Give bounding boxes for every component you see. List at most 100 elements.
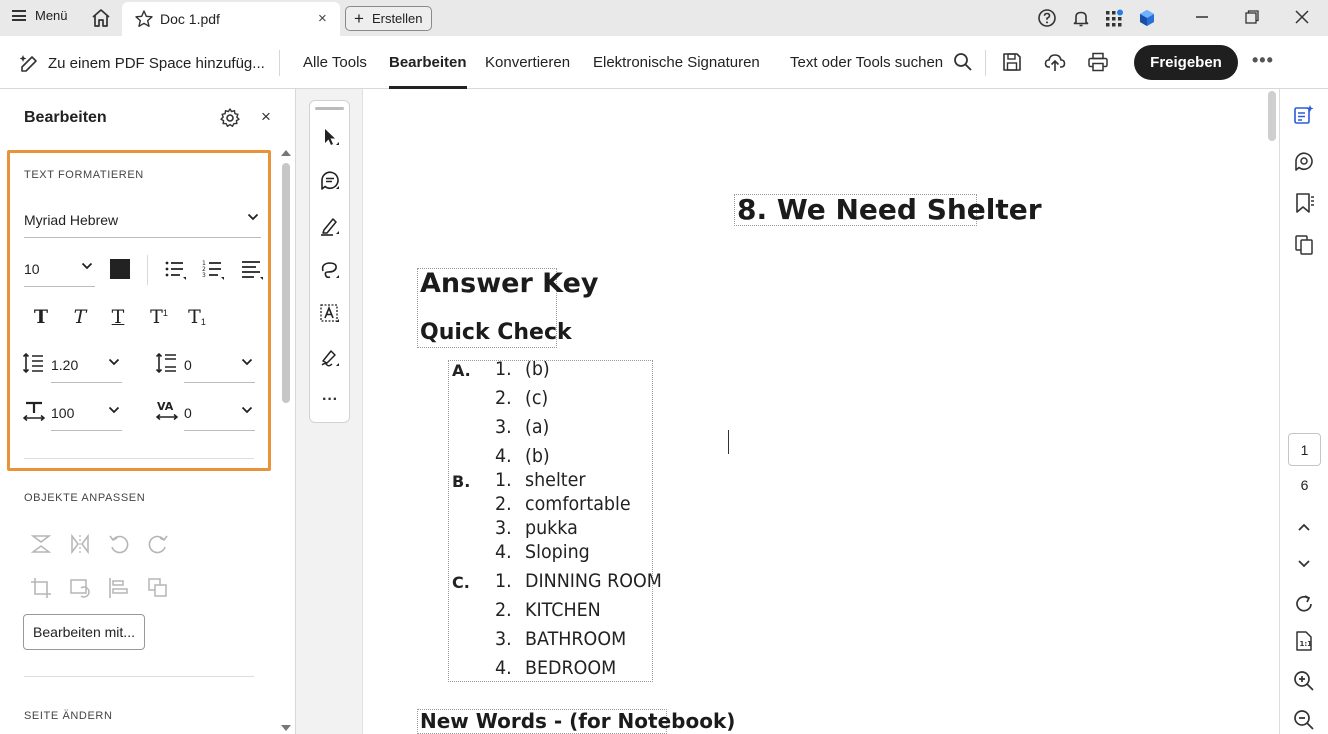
drag-handle[interactable] <box>315 107 344 110</box>
minimize-button[interactable] <box>1190 6 1214 28</box>
share-button[interactable]: Freigeben <box>1134 45 1238 80</box>
list-item-answer: comfortable <box>525 493 631 515</box>
nav-convert[interactable]: Konvertieren <box>485 36 570 89</box>
list-item-number: 4. <box>495 541 512 563</box>
numbered-list-icon[interactable]: 1 2 3 <box>201 257 225 281</box>
line-spacing-dropdown[interactable]: 1.20 <box>51 351 122 383</box>
superscript-icon[interactable]: T1 <box>147 305 171 329</box>
star-icon[interactable] <box>134 9 154 29</box>
copy-pages-icon[interactable] <box>1293 234 1315 256</box>
align-left-icon[interactable] <box>240 257 264 281</box>
menu-label: Menü <box>35 8 68 23</box>
nav-edit[interactable]: Bearbeiten <box>389 36 467 89</box>
horizontal-scale-dropdown[interactable]: 100 <box>51 399 122 431</box>
text-box-icon[interactable] <box>319 303 341 325</box>
list-item-answer: (b) <box>525 358 550 380</box>
document-scrollbar[interactable] <box>1265 89 1279 734</box>
toolbar-divider <box>985 50 986 76</box>
edit-with-button[interactable]: Bearbeiten mit... <box>23 614 145 650</box>
menu-button[interactable]: Menü <box>12 8 68 23</box>
nav-all-tools[interactable]: Alle Tools <box>303 36 367 89</box>
bullet-list-icon[interactable] <box>163 257 187 281</box>
search-icon <box>954 53 972 71</box>
subscript-icon[interactable]: T1 <box>185 305 209 329</box>
line-spacing-icon <box>22 352 43 374</box>
list-item-answer: (c) <box>525 387 549 409</box>
italic-icon[interactable]: T <box>68 305 92 329</box>
svg-text:3: 3 <box>202 272 206 279</box>
edit-pdf-icon[interactable] <box>1293 104 1315 126</box>
document-scrollbar-thumb[interactable] <box>1268 91 1276 141</box>
list-item-number: 3. <box>495 517 512 539</box>
toolbar-divider <box>279 50 280 76</box>
gear-icon[interactable] <box>219 107 241 129</box>
print-icon[interactable] <box>1087 51 1109 73</box>
chevron-up-icon[interactable] <box>1293 516 1315 538</box>
cube-icon[interactable] <box>1137 8 1157 28</box>
list-item-answer: KITCHEN <box>525 599 601 621</box>
quick-check-heading: Quick Check <box>420 320 572 345</box>
nav-e-signatures[interactable]: Elektronische Signaturen <box>593 36 760 89</box>
more-tools-icon[interactable]: ··· <box>319 392 341 415</box>
panel-scrollbar[interactable] <box>279 149 293 734</box>
close-icon <box>1295 10 1309 24</box>
format-divider <box>147 255 148 285</box>
apps-grid-icon[interactable] <box>1104 8 1124 28</box>
sparkle-edit-icon <box>19 55 37 72</box>
bold-icon[interactable]: T <box>29 305 53 329</box>
list-item-answer: BATHROOM <box>525 628 627 650</box>
add-comment-icon[interactable] <box>319 170 341 192</box>
panel-close-button[interactable]: × <box>261 107 271 127</box>
paragraph-spacing-dropdown[interactable]: 0 <box>184 351 255 383</box>
close-window-button[interactable] <box>1290 6 1314 28</box>
zoom-in-icon[interactable] <box>1293 670 1315 692</box>
replace-image-icon <box>70 579 90 598</box>
underline-icon[interactable]: T <box>106 305 130 329</box>
list-item-answer: shelter <box>525 469 586 491</box>
line-spacing-value: 1.20 <box>51 357 79 373</box>
tab-close-button[interactable]: × <box>318 10 327 27</box>
panel-scrollbar-thumb[interactable] <box>282 163 290 403</box>
list-item-answer: Sloping <box>525 541 590 563</box>
character-spacing-dropdown[interactable]: 0 <box>184 399 255 431</box>
fit-page-icon[interactable]: 1:1 <box>1293 630 1315 652</box>
draw-freeform-icon[interactable] <box>319 259 341 281</box>
list-item-answer: pukka <box>525 517 578 539</box>
more-options-icon[interactable]: ••• <box>1252 50 1274 71</box>
help-icon[interactable] <box>1037 8 1057 28</box>
text-color-swatch[interactable] <box>110 259 130 279</box>
font-size-dropdown[interactable]: 10 <box>24 255 95 287</box>
add-to-pdf-space-button[interactable]: Zu einem PDF Space hinzufüg... <box>18 52 265 74</box>
font-family-dropdown[interactable]: Myriad Hebrew <box>24 206 261 238</box>
scroll-up-arrow-icon[interactable] <box>281 149 291 157</box>
cloud-upload-icon[interactable] <box>1044 51 1066 73</box>
refresh-icon[interactable] <box>1293 593 1315 615</box>
create-button[interactable]: + Erstellen <box>345 6 432 31</box>
highlighter-icon[interactable] <box>319 215 341 237</box>
restore-button[interactable] <box>1240 6 1264 28</box>
zoom-out-icon[interactable] <box>1293 709 1315 731</box>
paragraph-spacing-icon <box>155 352 176 374</box>
quick-tools-box: ··· <box>309 100 350 423</box>
comment-icon[interactable] <box>1293 150 1315 172</box>
objects-heading: OBJEKTE ANPASSEN <box>24 492 146 504</box>
bell-icon[interactable] <box>1071 8 1091 28</box>
svg-text:VA: VA <box>157 400 174 413</box>
document-tab[interactable]: Doc 1.pdf × <box>122 2 340 36</box>
scroll-down-arrow-icon[interactable] <box>281 724 291 732</box>
create-label: Erstellen <box>371 11 423 26</box>
list-section-letter: C. <box>452 573 470 592</box>
character-spacing-value: 0 <box>184 405 192 421</box>
save-icon[interactable] <box>1001 51 1023 73</box>
current-page-input[interactable]: 1 <box>1288 433 1321 466</box>
select-arrow-icon[interactable] <box>319 126 341 148</box>
chevron-down-icon <box>241 406 253 414</box>
chevron-down-icon <box>247 213 259 221</box>
list-item-number: 1. <box>495 570 512 592</box>
tool-search[interactable]: Text oder Tools suchen <box>790 52 973 72</box>
chevron-down-icon[interactable] <box>1293 552 1315 574</box>
bookmark-icon[interactable] <box>1293 192 1315 214</box>
answer-key-heading: Answer Key <box>420 268 599 299</box>
sign-pen-icon[interactable] <box>319 347 341 369</box>
home-icon[interactable] <box>90 7 112 29</box>
